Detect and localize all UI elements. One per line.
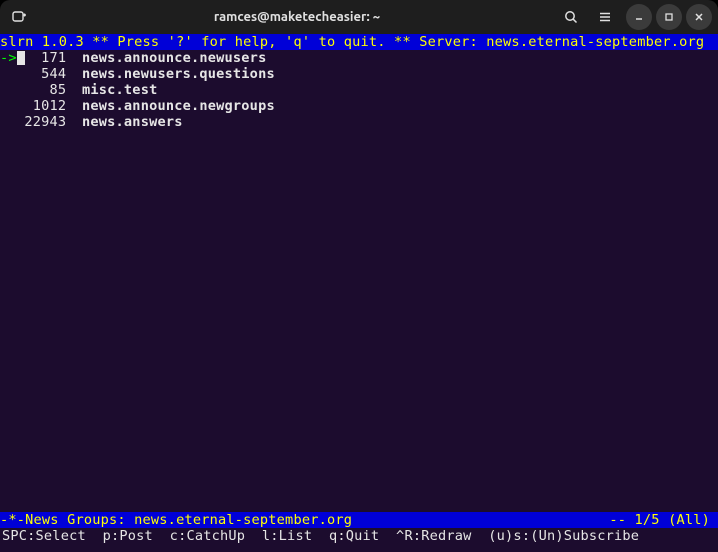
new-tab-button[interactable] bbox=[6, 4, 32, 30]
terminal[interactable]: slrn 1.0.3 ** Press '?' for help, 'q' to… bbox=[0, 34, 718, 552]
minimize-button[interactable] bbox=[626, 4, 652, 30]
newsgroup-row[interactable]: 1012 news.announce.newgroups bbox=[0, 98, 718, 114]
article-count: 171 bbox=[16, 50, 64, 66]
article-count: 22943 bbox=[16, 114, 64, 130]
selection-arrow bbox=[0, 66, 16, 82]
group-name: news.announce.newusers bbox=[82, 50, 266, 66]
selection-arrow bbox=[0, 114, 16, 130]
article-count: 1012 bbox=[16, 98, 64, 114]
maximize-button[interactable] bbox=[656, 4, 682, 30]
newsgroup-row[interactable]: 85 misc.test bbox=[0, 82, 718, 98]
titlebar-left bbox=[6, 4, 36, 30]
status-line: -*-News Groups: news.eternal-september.o… bbox=[0, 512, 718, 528]
close-button[interactable] bbox=[686, 4, 712, 30]
window-title: ramces@maketecheasier: ~ bbox=[36, 10, 558, 24]
titlebar-right bbox=[558, 4, 712, 30]
group-name: news.answers bbox=[82, 114, 183, 130]
newsgroup-row[interactable]: 544 news.newusers.questions bbox=[0, 66, 718, 82]
help-line: SPC:Select p:Post c:CatchUp l:List q:Qui… bbox=[0, 528, 718, 544]
newsgroup-list: -> 171 news.announce.newusers 544 news.n… bbox=[0, 50, 718, 130]
article-count: 544 bbox=[16, 66, 64, 82]
article-count: 85 bbox=[16, 82, 64, 98]
menu-button[interactable] bbox=[592, 4, 618, 30]
group-name: news.newusers.questions bbox=[82, 66, 275, 82]
status-right: -- 1/5 (All) bbox=[609, 512, 718, 528]
selection-arrow: -> bbox=[0, 50, 16, 66]
group-name: news.announce.newgroups bbox=[82, 98, 275, 114]
selection-arrow bbox=[0, 98, 16, 114]
newsgroup-row[interactable]: 22943 news.answers bbox=[0, 114, 718, 130]
newsgroup-row[interactable]: -> 171 news.announce.newusers bbox=[0, 50, 718, 66]
group-name: misc.test bbox=[82, 82, 157, 98]
status-left: -*-News Groups: news.eternal-september.o… bbox=[0, 512, 609, 528]
selection-arrow bbox=[0, 82, 16, 98]
window-titlebar: ramces@maketecheasier: ~ bbox=[0, 0, 718, 34]
slrn-header: slrn 1.0.3 ** Press '?' for help, 'q' to… bbox=[0, 34, 718, 50]
search-button[interactable] bbox=[558, 4, 584, 30]
